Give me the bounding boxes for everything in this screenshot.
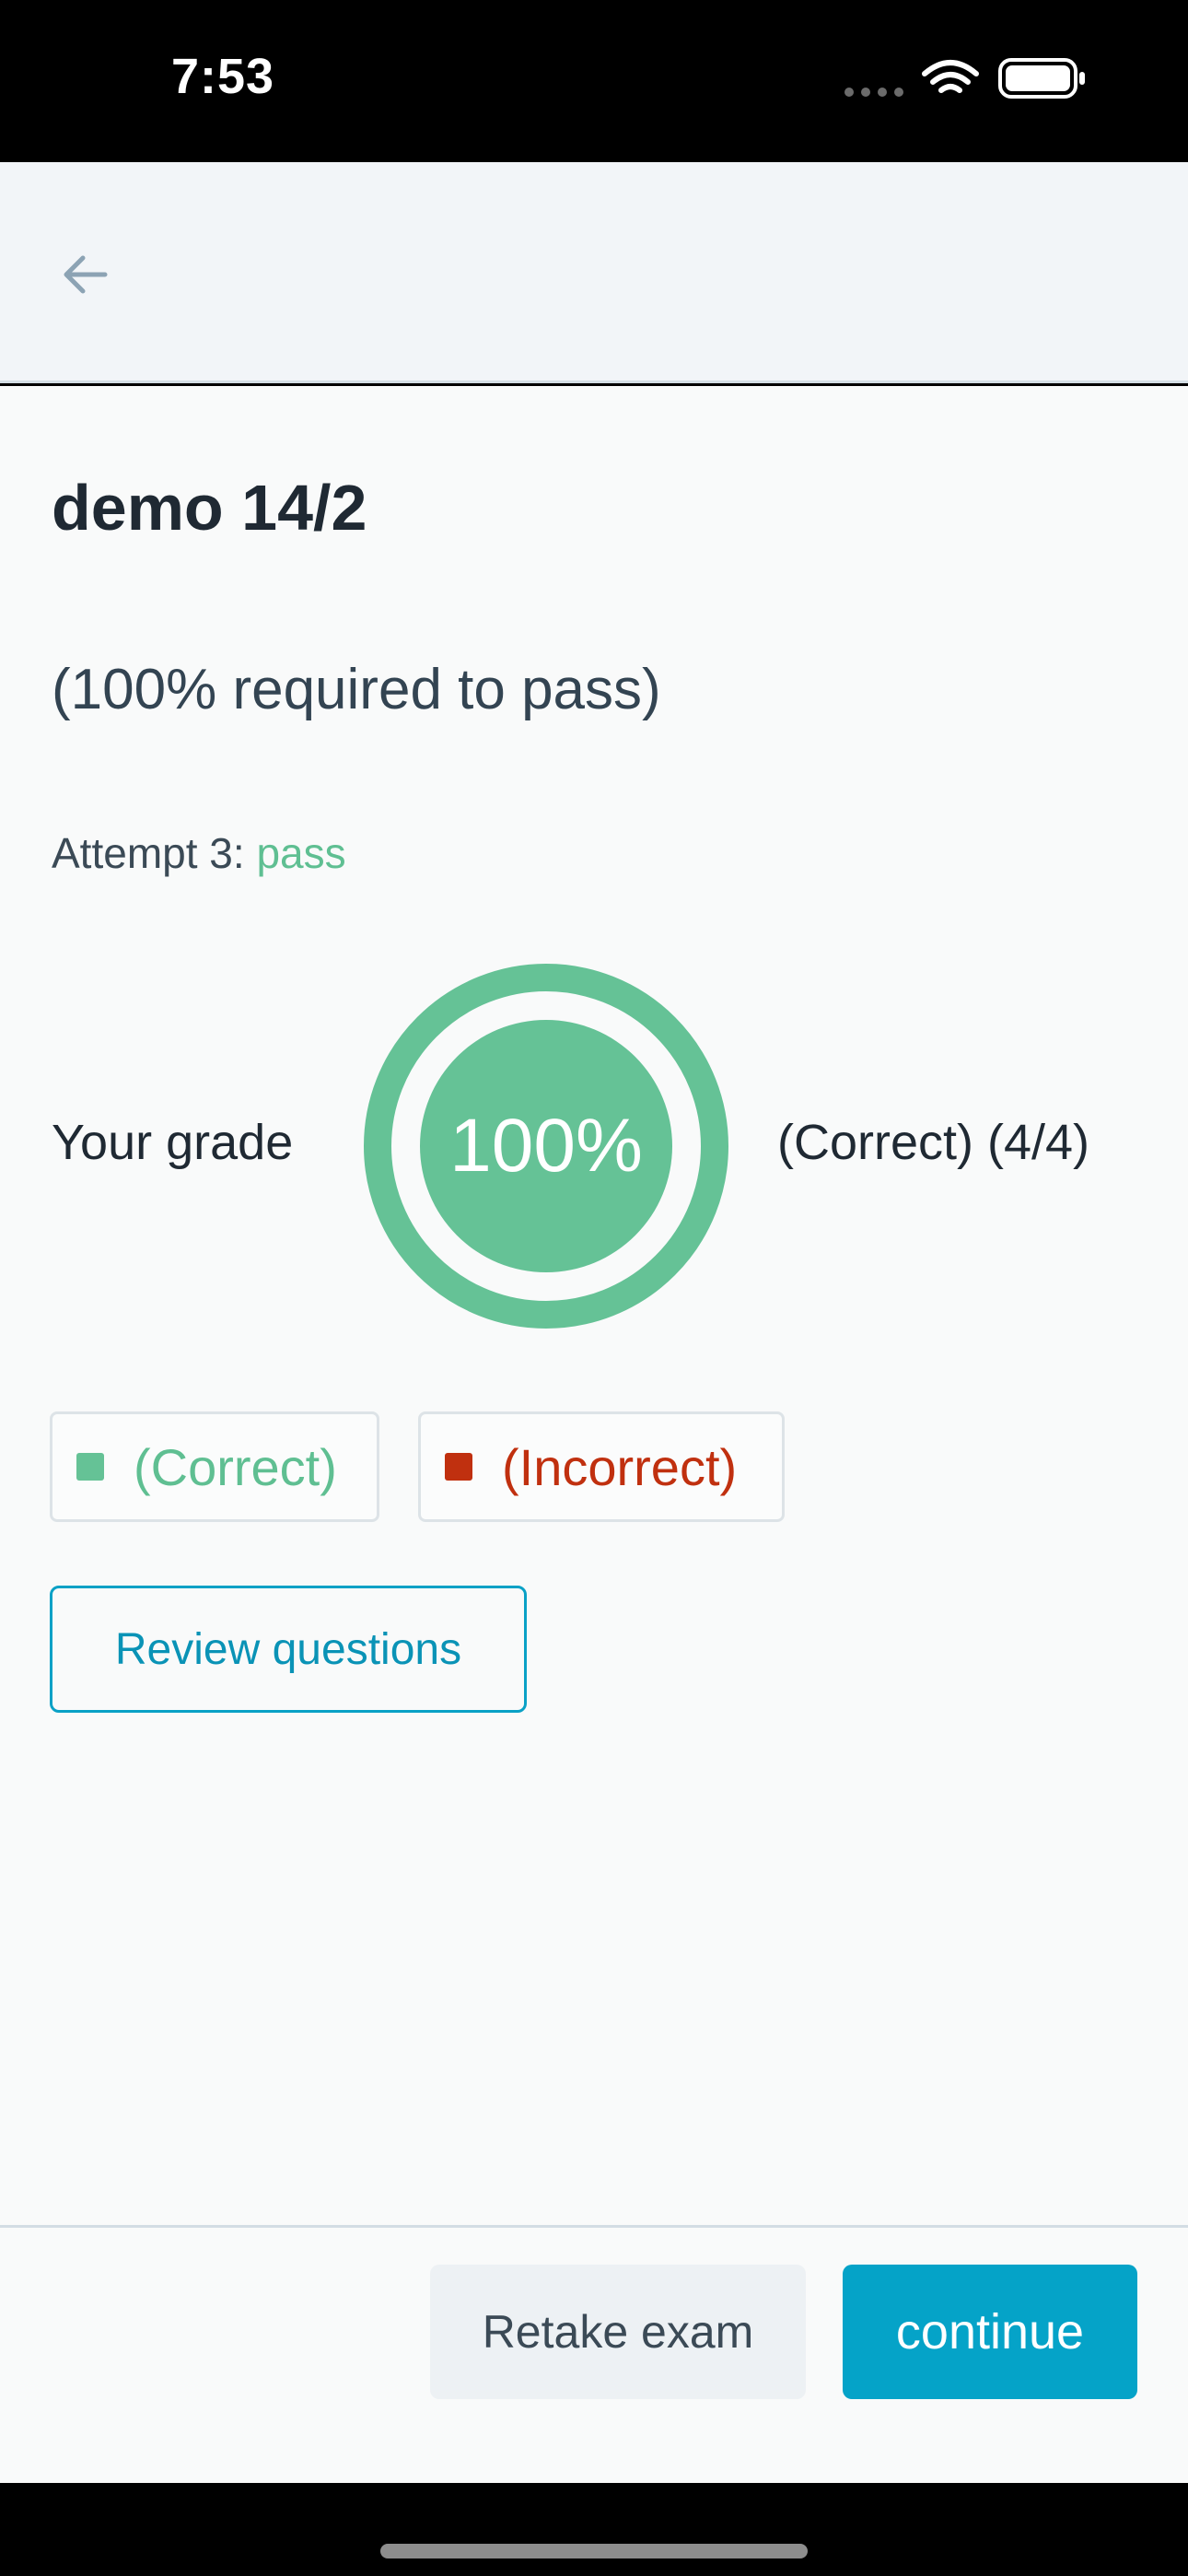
review-questions-button[interactable]: Review questions xyxy=(50,1586,527,1713)
exam-results: demo 14/2 (100% required to pass) Attemp… xyxy=(0,386,1188,2227)
pass-requirement: (100% required to pass) xyxy=(52,658,661,721)
attempt-status: Attempt 3: pass xyxy=(52,828,346,878)
legend-correct-label: (Correct) xyxy=(134,1437,337,1496)
grade-percent: 100% xyxy=(449,1104,643,1188)
status-bar: 7:53 xyxy=(0,0,1188,162)
app-header xyxy=(0,162,1188,383)
status-time: 7:53 xyxy=(171,49,275,104)
battery-icon xyxy=(998,58,1085,99)
attempt-label: Attempt 3: xyxy=(52,829,257,877)
grade-detail: (Correct) (4/4) xyxy=(777,1115,1090,1170)
continue-button[interactable]: continue xyxy=(843,2265,1137,2399)
attempt-result: pass xyxy=(256,829,346,877)
wifi-icon xyxy=(922,60,979,93)
signal-dots-icon xyxy=(844,88,903,97)
incorrect-swatch xyxy=(445,1453,472,1481)
home-indicator[interactable] xyxy=(380,2544,808,2558)
correct-swatch xyxy=(76,1453,104,1481)
bottom-bar xyxy=(0,2483,1188,2576)
retake-exam-button[interactable]: Retake exam xyxy=(430,2265,806,2399)
arrow-left-icon xyxy=(64,255,108,294)
status-icons xyxy=(840,57,1089,103)
grade-label: Your grade xyxy=(52,1115,294,1170)
legend-incorrect: (Incorrect) xyxy=(418,1411,785,1522)
footer-actions: Retake exam continue xyxy=(0,2225,1188,2483)
back-button[interactable] xyxy=(46,236,123,313)
legend-incorrect-label: (Incorrect) xyxy=(502,1437,738,1496)
grade-circle: 100% xyxy=(420,1020,672,1272)
legend-correct: (Correct) xyxy=(50,1411,379,1522)
page-title: demo 14/2 xyxy=(52,472,367,544)
